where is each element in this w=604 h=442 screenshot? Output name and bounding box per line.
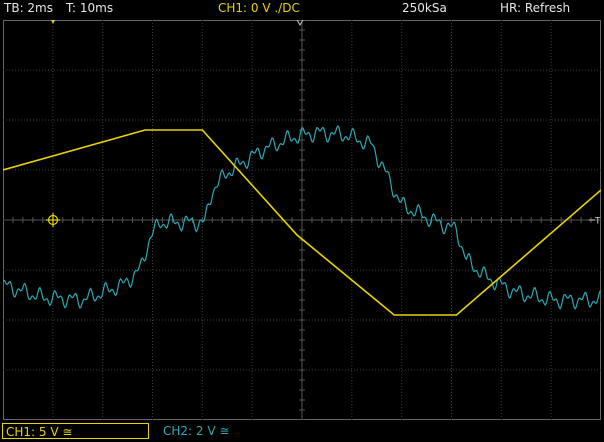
status-bar: TB: 2ms T: 10ms CH1: 0 V ./DC 250kSa HR:…	[0, 0, 604, 18]
ch1-setting-readout[interactable]: CH1: 0 V ./DC	[218, 1, 300, 16]
ch2-channel-box[interactable]: CH2: 2 V ≅	[160, 423, 290, 439]
ch1-channel-box[interactable]: CH1: 5 V ≅	[2, 423, 149, 439]
sample-rate-readout[interactable]: 250kSa	[402, 1, 447, 16]
trigger-level-label: T	[594, 217, 601, 227]
channel-bar: CH1: 5 V ≅ CH2: 2 V ≅	[0, 422, 604, 442]
trigger-time-readout[interactable]: T: 10ms	[66, 1, 113, 16]
scope-display: T	[3, 20, 601, 420]
timebase-readout[interactable]: TB: 2ms	[4, 1, 53, 16]
acquisition-mode-readout[interactable]: HR: Refresh	[500, 1, 570, 16]
